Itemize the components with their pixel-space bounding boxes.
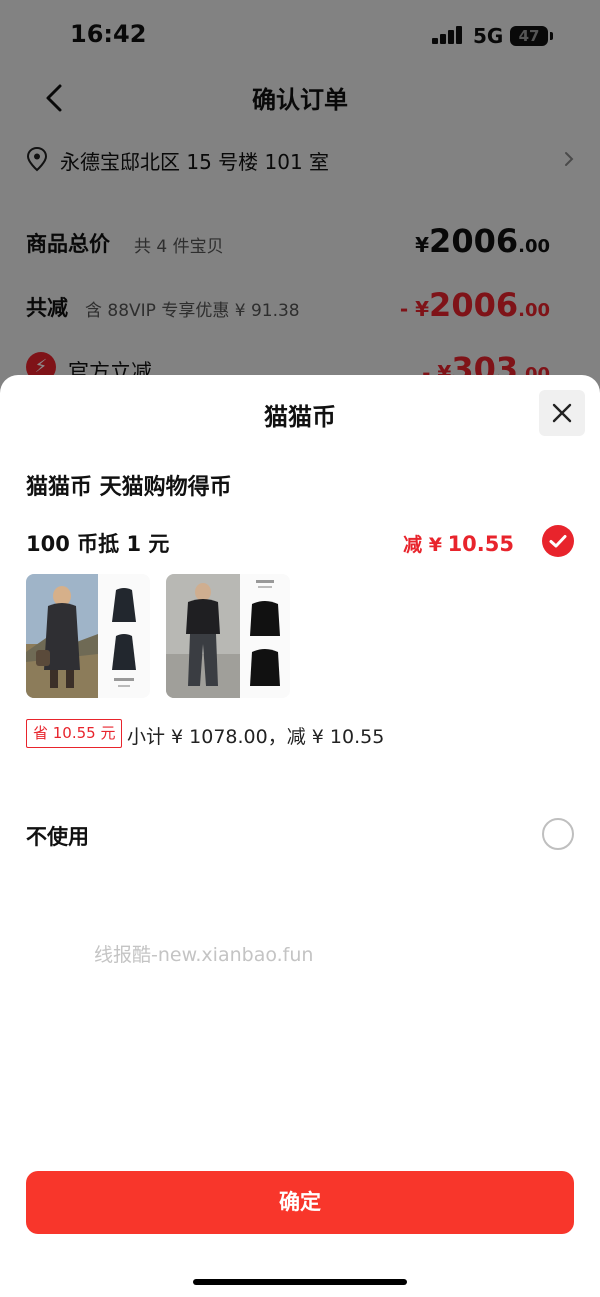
savings-tag: 省 10.55 元	[26, 719, 123, 748]
coin-source-heading: 猫猫币 天猫购物得币	[26, 475, 232, 500]
coin-discount-amount: 减 ¥ 10.55	[403, 532, 514, 556]
selected-check-icon[interactable]	[542, 525, 574, 557]
home-indicator[interactable]	[193, 1279, 407, 1285]
unselected-radio-icon[interactable]	[542, 818, 574, 850]
coin-rule-label: 100 币抵 1 元	[26, 532, 170, 556]
product-thumb-long-down-coat	[26, 574, 150, 698]
close-icon[interactable]	[539, 390, 585, 436]
watermark-text: 线报酷-new.xianbao.fun	[94, 944, 314, 966]
confirm-button[interactable]: 确定	[26, 1171, 574, 1234]
product-thumb-short-jacket	[166, 574, 290, 698]
subtotal-text: 小计 ¥ 1078.00，减 ¥ 10.55	[127, 726, 385, 748]
coin-bottom-sheet: 猫猫币 猫猫币 天猫购物得币 100 币抵 1 元 减 ¥ 10.55 省 10…	[0, 375, 600, 1297]
no-use-option-label[interactable]: 不使用	[26, 821, 89, 851]
sheet-title: 猫猫币	[264, 403, 336, 431]
